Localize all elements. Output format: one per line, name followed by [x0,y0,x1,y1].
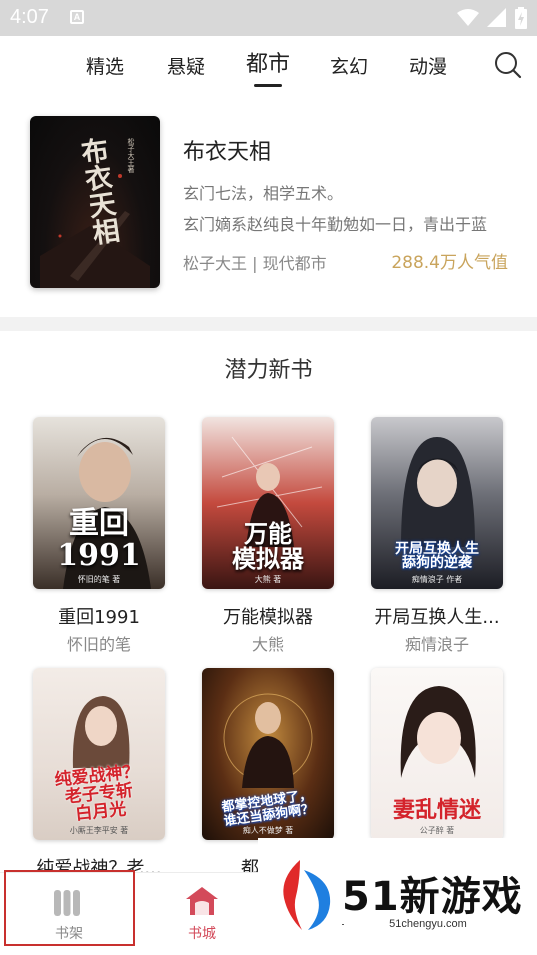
book-author: 怀旧的笔 [66,635,131,654]
cover-text: 开局互换人生 舔狗的逆袭 [395,540,479,572]
cover-author: 痴人不做梦 著 [242,826,294,835]
status-bar: 4:07 A [0,0,537,36]
book-cover[interactable]: 纯爱战神？ 老子专斩 白月光 小厮王李平安 著 [33,668,165,840]
tab-featured[interactable]: 精选 [86,52,124,79]
watermark-logo-icon [283,860,331,930]
watermark-url: 51chengyu.com [344,918,512,930]
tab-fantasy[interactable]: 玄幻 [330,52,368,79]
book-cover[interactable]: 妻乱情迷 公子醉 著 [371,668,503,840]
book-cover[interactable]: 开局互换人生 舔狗的逆袭 痴情浪子 作者 [371,417,503,589]
book-card[interactable]: 万能 模拟器 大熊 著 万能模拟器 大熊 [193,417,343,655]
cover-author: 大熊 著 [254,575,282,584]
tab-suspense[interactable]: 悬疑 [167,52,205,79]
bookstore-icon [186,887,218,915]
cover-text: 妻乱情迷 [392,796,481,823]
book-title: 重回1991 [58,607,140,628]
nav-bookstore-label: 书城 [188,926,216,942]
book-card[interactable]: 开局互换人生 舔狗的逆袭 痴情浪子 作者 开局互换人生... 痴情浪子 [362,417,512,655]
cover-author: 小厮王李平安 著 [69,826,129,835]
status-time: 4:07 [10,6,49,28]
search-icon[interactable] [493,50,523,80]
watermark-text: 51新游戏 [342,874,523,920]
featured-title: 布衣天相 [183,140,272,165]
nav-bookstore[interactable]: 书城 [137,873,267,955]
tab-anime[interactable]: 动漫 [409,52,447,79]
book-cover[interactable]: 重回 1991 怀旧的笔 著 [33,417,165,589]
system-icons [457,7,527,29]
book-author: 痴情浪子 [404,635,469,654]
featured-cover-author: 松子大王著 [127,138,135,173]
notification-a-icon: A [70,10,84,24]
cover-author: 痴情浪子 作者 [411,575,463,584]
book-card[interactable]: 重回 1991 怀旧的笔 著 重回1991 怀旧的笔 [24,417,174,655]
book-card[interactable]: 妻乱情迷 公子醉 著 [362,668,512,840]
section-divider [0,317,537,331]
featured-cover[interactable]: 布衣天相 松子大王著 [30,116,160,288]
book-author: 大熊 [251,635,284,654]
featured-description: 玄门嫡系赵纯良十年勤勉如一日，青出于蓝 [183,215,488,234]
section-title: 潜力新书 [224,358,313,383]
featured-book[interactable]: 布衣天相 松子大王著 布衣天相 玄门七法，相学五术。 玄门嫡系赵纯良十年勤勉如一… [0,110,537,310]
cover-author: 怀旧的笔 著 [77,575,121,584]
cover-author: 公子醉 著 [419,826,455,835]
cover-text: 重回 1991 [57,506,141,573]
book-title: 开局互换人生... [374,607,500,628]
featured-popularity: 288.4万人气值 [391,253,508,273]
tab-urban[interactable]: 都市 [246,46,290,78]
book-card[interactable]: 纯爱战神？ 老子专斩 白月光 小厮王李平安 著 纯爱战神？老... [24,668,174,880]
cover-text: 万能 模拟器 [232,518,304,573]
signal-icon [487,8,506,27]
book-cover[interactable]: 万能 模拟器 大熊 著 [202,417,334,589]
category-tabs: 精选 悬疑 都市 玄幻 动漫 [0,36,537,94]
book-title: 万能模拟器 [223,607,313,628]
battery-icon [515,7,527,29]
featured-meta: 松子大王 | 现代都市 [183,254,327,273]
highlight-box [4,870,135,946]
wifi-icon [457,9,479,26]
watermark: 51新游戏 51chengyu.com [258,838,537,955]
book-cover[interactable]: 都掌控地球了， 谁还当舔狗啊？ 痴人不做梦 著 [202,668,334,840]
featured-tagline: 玄门七法，相学五术。 [183,184,344,203]
